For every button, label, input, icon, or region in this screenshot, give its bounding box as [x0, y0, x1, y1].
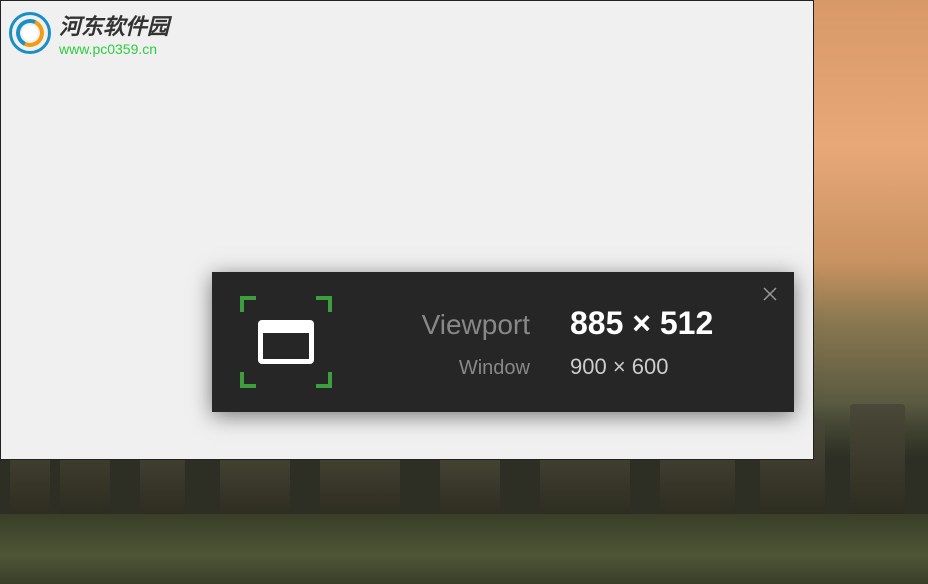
close-button[interactable]: [760, 284, 780, 304]
corner-bracket-icon: [240, 296, 256, 312]
window-label: Window: [380, 357, 530, 380]
dimensions-info: Viewport 885 × 512 Window 900 × 600: [366, 305, 770, 380]
watermark-title: 河东软件园: [59, 9, 169, 41]
viewport-row: Viewport 885 × 512: [366, 305, 770, 342]
corner-bracket-icon: [240, 372, 256, 388]
watermark: 河东软件园 www.pc0359.cn: [9, 9, 169, 57]
window-value: 900 × 600: [570, 354, 770, 380]
window-row: Window 900 × 600: [366, 354, 770, 380]
dimensions-overlay-panel: Viewport 885 × 512 Window 900 × 600: [212, 272, 794, 412]
watermark-url: www.pc0359.cn: [59, 41, 169, 57]
viewport-label: Viewport: [380, 309, 530, 341]
corner-bracket-icon: [316, 372, 332, 388]
watermark-text: 河东软件园 www.pc0359.cn: [59, 9, 169, 57]
watermark-logo-icon: [9, 12, 51, 54]
viewport-icon-container: [236, 292, 336, 392]
corner-bracket-icon: [316, 296, 332, 312]
window-icon: [258, 320, 314, 364]
wallpaper-ground: [0, 514, 928, 584]
viewport-value: 885 × 512: [570, 305, 770, 342]
close-icon: [763, 287, 777, 301]
